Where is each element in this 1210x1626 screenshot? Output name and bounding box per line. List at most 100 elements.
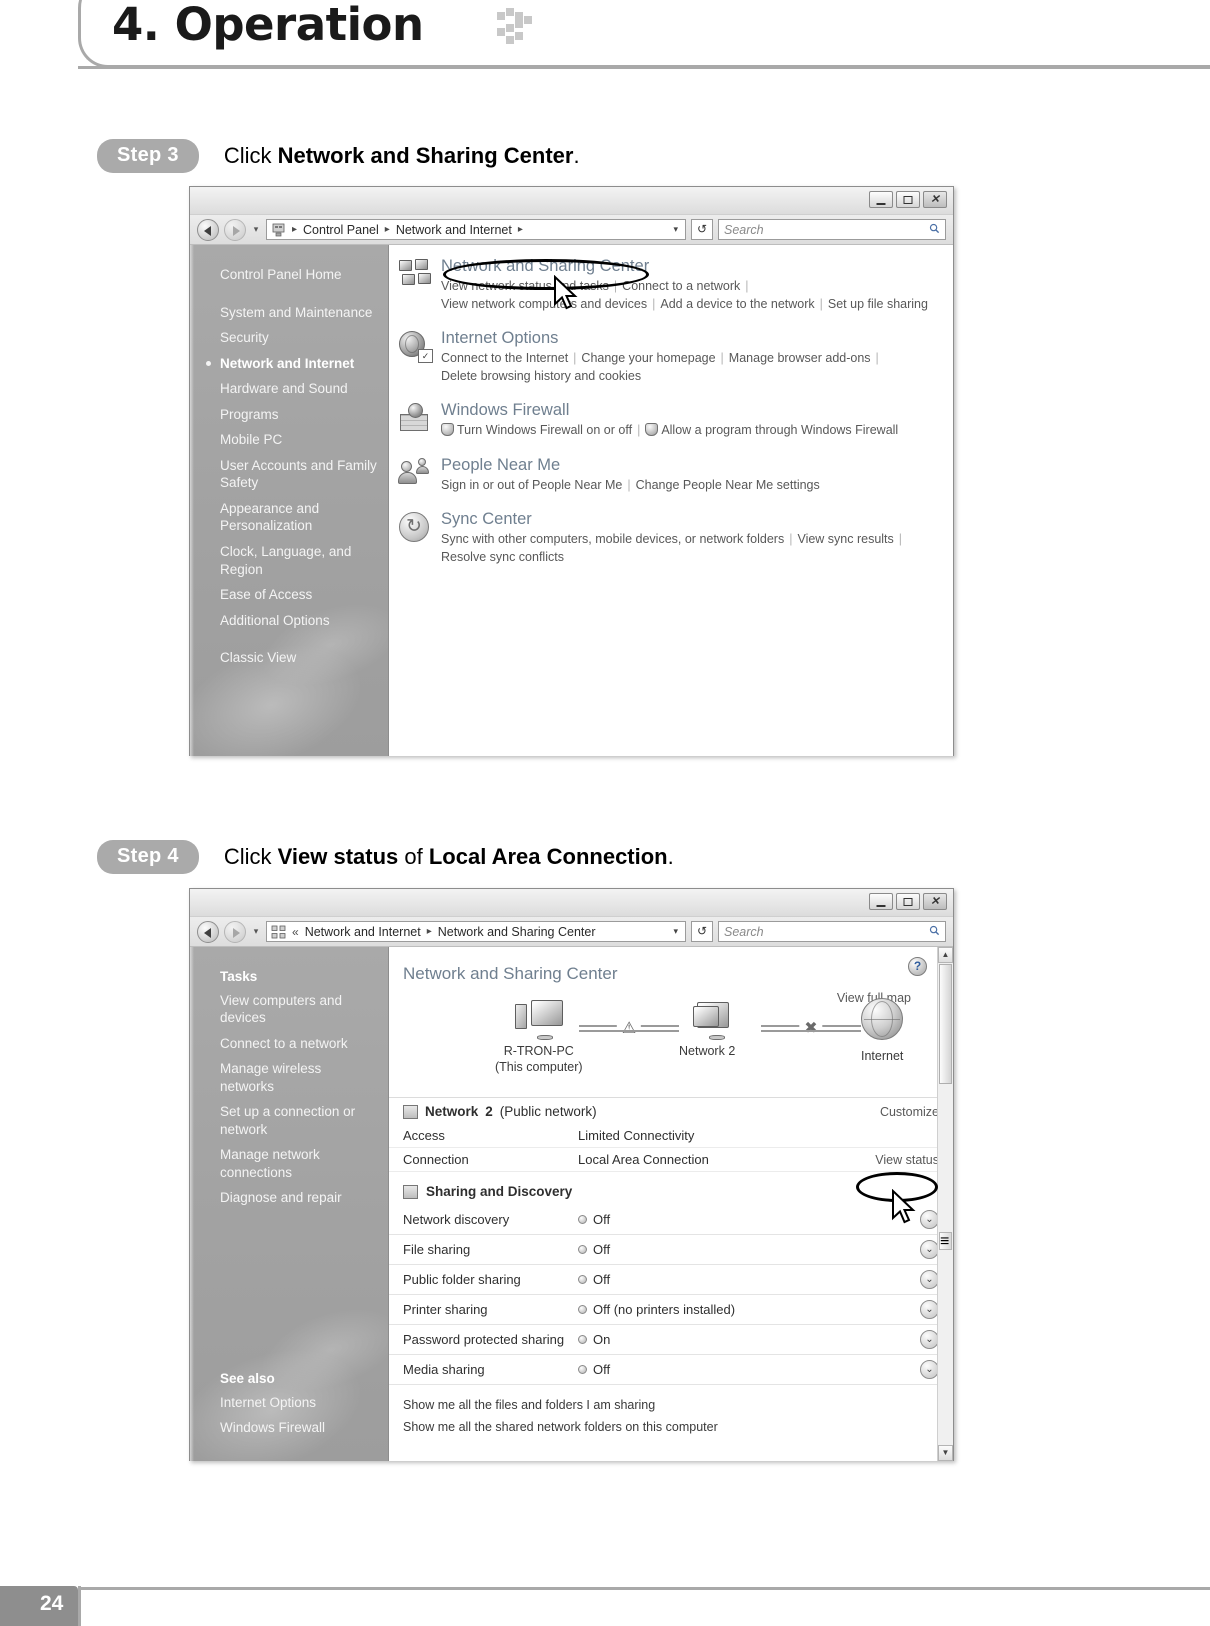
sidebar-item-connect-to-a-network[interactable]: Connect to a network (190, 1031, 388, 1057)
minimize-button[interactable] (869, 191, 893, 208)
category-title-internet-options[interactable]: Internet Options (441, 329, 953, 348)
sidebar-item-view-computers-and-devices[interactable]: View computers and devices (190, 988, 388, 1031)
list-item-public-folder-sharing: Public folder sharing Off ⌄ (389, 1265, 953, 1295)
minimize-button[interactable] (869, 893, 893, 910)
sidebar-item-network-and-internet[interactable]: Network and Internet (190, 351, 388, 377)
vertical-scrollbar[interactable]: ▲ ≡ ▼ (937, 947, 953, 1461)
sidebar-item-security[interactable]: Security (190, 325, 388, 351)
map-node-this-computer[interactable]: R-TRON-PC (This computer) (495, 1000, 583, 1076)
breadcrumb-control-panel[interactable]: Control Panel (303, 223, 379, 237)
link-change-people-near-me-settings[interactable]: Change People Near Me settings (636, 478, 820, 492)
address-field[interactable]: ▸ Control Panel ▸ Network and Internet ▸… (266, 219, 686, 240)
address-dropdown-icon[interactable]: ▾ (673, 926, 681, 937)
window1-titlebar[interactable]: ✕ (190, 187, 953, 215)
search-input[interactable]: Search (718, 219, 946, 240)
link-show-shared-network-folders[interactable]: Show me all the shared network folders o… (403, 1417, 939, 1439)
row-value-network-discovery: Off (578, 1212, 920, 1227)
back-button[interactable] (197, 920, 219, 943)
internet-options-links-row1: Connect to the Internet | Change your home… (441, 351, 879, 366)
link-connect-to-a-network[interactable]: Connect to a network (622, 279, 740, 293)
link-sign-in-or-out-of-people-near-me[interactable]: Sign in or out of People Near Me (441, 478, 622, 492)
close-button[interactable]: ✕ (923, 893, 947, 910)
link-view-sync-results[interactable]: View sync results (797, 532, 893, 546)
address-dropdown-icon[interactable]: ▾ (673, 224, 681, 235)
sidebar-item-set-up-a-connection-or-network[interactable]: Set up a connection or network (190, 1099, 388, 1142)
link-view-status[interactable]: View status (875, 1153, 939, 1167)
breadcrumb-network-and-internet[interactable]: Network and Internet (305, 925, 421, 939)
address-field[interactable]: « Network and Internet ▸ Network and Sha… (266, 921, 686, 942)
sidebar-item-system-and-maintenance[interactable]: System and Maintenance (190, 300, 388, 326)
category-title-sync-center[interactable]: Sync Center (441, 510, 953, 529)
category-title-network-and-sharing-center[interactable]: Network and Sharing Center (441, 257, 953, 276)
maximize-button[interactable] (896, 893, 920, 910)
step-4-mid: of (398, 844, 429, 869)
back-button[interactable] (197, 218, 219, 241)
sidebar-item-ease-of-access[interactable]: Ease of Access (190, 582, 388, 608)
step-3-target: Network and Sharing Center (277, 143, 574, 168)
breadcrumb-network-and-internet[interactable]: Network and Internet (396, 223, 512, 237)
sidebar-item-appearance-and-personalization[interactable]: Appearance and Personalization (190, 496, 388, 539)
link-allow-a-program-through-windows-firewall[interactable]: Allow a program through Windows Firewall (661, 423, 898, 437)
link-show-files-and-folders-sharing[interactable]: Show me all the files and folders I am s… (403, 1395, 939, 1417)
scroll-up-arrow-icon[interactable]: ▲ (938, 947, 953, 963)
recent-pages-caret-icon[interactable]: ▾ (251, 926, 261, 937)
row-label-network-discovery: Network discovery (403, 1212, 510, 1227)
link-set-up-file-sharing[interactable]: Set up file sharing (828, 297, 928, 311)
link-delete-browsing-history-and-cookies[interactable]: Delete browsing history and cookies (441, 369, 641, 383)
sidebar-item-internet-options[interactable]: Internet Options (190, 1390, 388, 1416)
map-node-internet[interactable]: Internet (861, 998, 903, 1064)
recent-pages-caret-icon[interactable]: ▾ (251, 224, 261, 235)
row-label-password-protected-sharing: Password protected sharing (403, 1332, 565, 1347)
sync-center-icon (399, 510, 441, 566)
sidebar-item-classic-view[interactable]: Classic View (190, 645, 388, 671)
link-manage-browser-add-ons[interactable]: Manage browser add-ons (729, 351, 871, 365)
row-value-connection: Local Area Connection (578, 1152, 709, 1167)
link-turn-windows-firewall-on-or-off[interactable]: Turn Windows Firewall on or off (457, 423, 632, 437)
breadcrumb-network-and-sharing-center[interactable]: Network and Sharing Center (438, 925, 596, 939)
row-label-access: Access (403, 1128, 445, 1143)
page-number: 24 (40, 1592, 64, 1615)
category-title-people-near-me[interactable]: People Near Me (441, 456, 953, 475)
status-dot-icon (578, 1245, 587, 1254)
sidebar-item-control-panel-home[interactable]: Control Panel Home (190, 262, 388, 288)
network-section-name: Network (425, 1104, 479, 1119)
link-view-network-computers-and-devices[interactable]: View network computers and devices (441, 297, 647, 311)
close-button[interactable]: ✕ (923, 191, 947, 208)
category-title-windows-firewall[interactable]: Windows Firewall (441, 401, 953, 420)
refresh-button[interactable]: ↺ (691, 219, 713, 240)
sidebar-item-user-accounts-and-family-safety[interactable]: User Accounts and Family Safety (190, 453, 388, 496)
link-view-network-status-and-tasks[interactable]: View network status and tasks (441, 279, 609, 293)
sidebar-item-manage-wireless-networks[interactable]: Manage wireless networks (190, 1056, 388, 1099)
link-customize[interactable]: Customize (880, 1105, 939, 1119)
window2-controls: ✕ (869, 893, 947, 910)
scrollbar-thumb[interactable] (939, 964, 952, 1084)
sidebar-item-diagnose-and-repair[interactable]: Diagnose and repair (190, 1185, 388, 1211)
search-input[interactable]: Search (718, 921, 946, 942)
crumb-separator-1: ▸ (426, 926, 432, 937)
link-sync-with-other-computers[interactable]: Sync with other computers, mobile device… (441, 532, 784, 546)
network-section-type: (Public network) (499, 1104, 597, 1119)
link-resolve-sync-conflicts[interactable]: Resolve sync conflicts (441, 550, 564, 564)
sidebar-item-additional-options[interactable]: Additional Options (190, 608, 388, 634)
list-item-network-discovery: Network discovery Off ⌄ (389, 1205, 953, 1235)
address-chevrons[interactable]: « (292, 925, 299, 939)
map-node-network[interactable]: Network 2 (679, 1000, 735, 1059)
sidebar-item-windows-firewall[interactable]: Windows Firewall (190, 1415, 388, 1441)
scrollbar-grip[interactable]: ≡ (939, 1232, 952, 1250)
sidebar-item-hardware-and-sound[interactable]: Hardware and Sound (190, 376, 388, 402)
row-value-access: Limited Connectivity (578, 1128, 695, 1143)
forward-button[interactable] (224, 920, 246, 943)
link-connect-to-the-internet[interactable]: Connect to the Internet (441, 351, 568, 365)
forward-button[interactable] (224, 218, 246, 241)
maximize-button[interactable] (896, 191, 920, 208)
window2-titlebar[interactable]: ✕ (190, 889, 953, 917)
sidebar-item-mobile-pc[interactable]: Mobile PC (190, 427, 388, 453)
sidebar-item-clock-language-and-region[interactable]: Clock, Language, and Region (190, 539, 388, 582)
link-change-your-homepage[interactable]: Change your homepage (581, 351, 715, 365)
sidebar-item-programs[interactable]: Programs (190, 402, 388, 428)
scroll-down-arrow-icon[interactable]: ▼ (938, 1445, 953, 1461)
help-button[interactable]: ? (908, 957, 927, 976)
link-add-a-device-to-the-network[interactable]: Add a device to the network (660, 297, 814, 311)
sidebar-item-manage-network-connections[interactable]: Manage network connections (190, 1142, 388, 1185)
refresh-button[interactable]: ↺ (691, 921, 713, 942)
